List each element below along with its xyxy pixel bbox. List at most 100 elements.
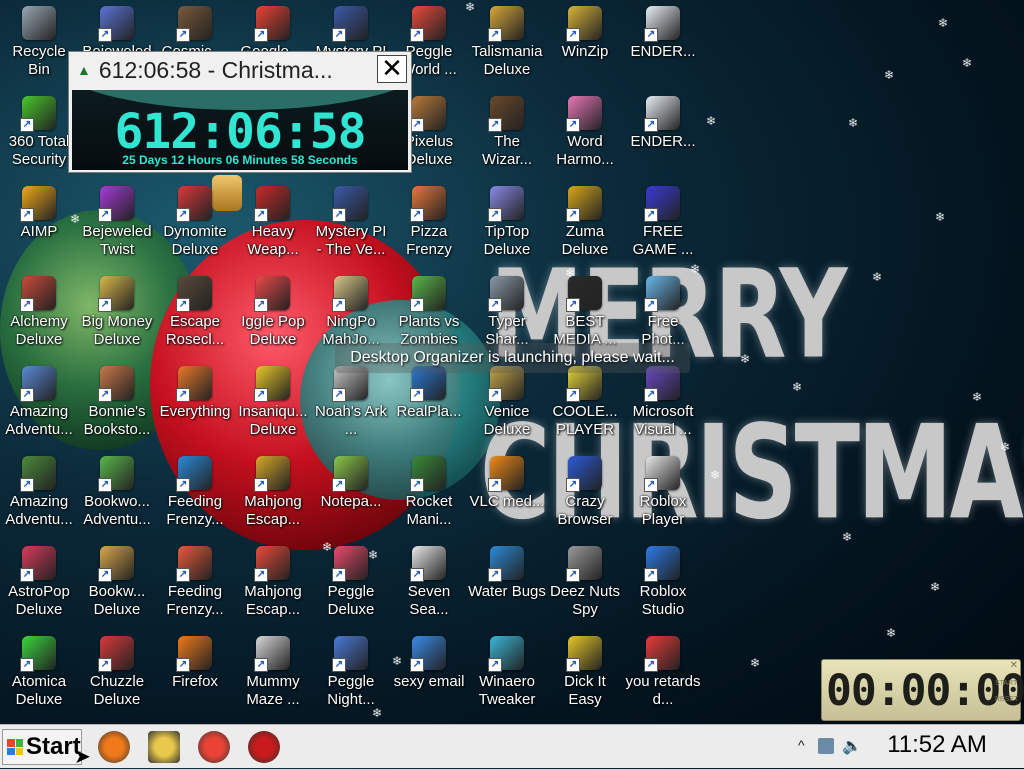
shortcut-arrow-icon: ↗: [644, 388, 658, 402]
countdown-titlebar[interactable]: ▲ 612:06:58 - Christma... ✕: [69, 52, 411, 88]
desktop-icon[interactable]: ↗ Heavy Weap...: [234, 180, 312, 268]
chevron-up-icon[interactable]: ^: [798, 737, 805, 753]
tree-icon: ▲: [77, 62, 91, 78]
taskbar-clock[interactable]: 11:52 AM: [872, 731, 1002, 759]
desktop-icon[interactable]: ↗ Bejeweled Twist: [78, 180, 156, 268]
desktop-icon[interactable]: ↗ Feeding Frenzy...: [156, 540, 234, 628]
desktop-icon[interactable]: ↗ Iggle Pop Deluxe: [234, 270, 312, 358]
app-icon: ↗: [488, 276, 524, 312]
desktop-icon-label: Big Money Deluxe: [81, 313, 153, 348]
shortcut-arrow-icon: ↗: [410, 28, 424, 42]
stopwatch-start-button[interactable]: START: [995, 678, 1017, 690]
desktop-icon[interactable]: ↗ Mahjong Escap...: [234, 540, 312, 628]
desktop-icon[interactable]: ↗ Escape Rosecl...: [156, 270, 234, 358]
desktop-icon[interactable]: ↗ Deez Nuts Spy: [546, 540, 624, 628]
desktop-icon[interactable]: ↗ Water Bugs: [468, 540, 546, 628]
desktop-icon[interactable]: ↗ Chuzzle Deluxe: [78, 630, 156, 718]
desktop-icon[interactable]: ↗ Microsoft Visual ...: [624, 360, 702, 448]
network-icon[interactable]: [818, 738, 834, 754]
desktop-icon[interactable]: ↗ Mystery PI - The Ve...: [312, 180, 390, 268]
shortcut-arrow-icon: ↗: [644, 118, 658, 132]
stopwatch-close-button[interactable]: ✕: [1010, 660, 1018, 671]
desktop-icon[interactable]: ↗ ENDER...: [624, 0, 702, 88]
shortcut-arrow-icon: ↗: [566, 208, 580, 222]
desktop-icon[interactable]: ↗ Talismania Deluxe: [468, 0, 546, 88]
desktop-icon[interactable]: ↗ AstroPop Deluxe: [0, 540, 78, 628]
windows-logo-icon: [7, 739, 23, 755]
desktop-icon[interactable]: ↗ Feeding Frenzy...: [156, 450, 234, 538]
desktop-icon[interactable]: ↗ Peggle Deluxe: [312, 540, 390, 628]
desktop-icon-label: Noah's Ark ...: [314, 403, 388, 438]
desktop-icon[interactable]: ↗ Insaniqu... Deluxe: [234, 360, 312, 448]
app-icon: ↗: [176, 456, 212, 492]
start-label: Start: [26, 733, 81, 760]
desktop-icon[interactable]: ↗ Dynomite Deluxe: [156, 180, 234, 268]
desktop-icon[interactable]: ↗ Roblox Studio: [624, 540, 702, 628]
desktop-icon[interactable]: ↗ Zuma Deluxe: [546, 180, 624, 268]
desktop-icon-label: sexy email: [393, 673, 465, 690]
firefox-icon[interactable]: [98, 731, 130, 763]
desktop-icon-label: Bejeweled Twist: [82, 223, 152, 258]
desktop-icon[interactable]: ↗ 360 Total Security: [0, 90, 78, 178]
desktop-icon[interactable]: ↗ Winaero Tweaker: [468, 630, 546, 718]
desktop-icon[interactable]: ↗ Everything: [156, 360, 234, 448]
file-explorer-icon[interactable]: [148, 731, 180, 763]
desktop-icon[interactable]: ↗ Word Harmo...: [546, 90, 624, 178]
shortcut-arrow-icon: ↗: [566, 298, 580, 312]
app-icon: ↗: [176, 546, 212, 582]
desktop-icon[interactable]: ↗ Firefox: [156, 630, 234, 718]
stopwatch-widget[interactable]: 00:00:00 ✕ START RESET: [821, 659, 1024, 721]
desktop-icon[interactable]: ↗ ENDER...: [624, 90, 702, 178]
desktop-icon[interactable]: ↗ TipTop Deluxe: [468, 180, 546, 268]
desktop-icon[interactable]: ↗ WinZip: [546, 0, 624, 88]
desktop-icon[interactable]: ↗ VLC med...: [468, 450, 546, 538]
desktop-icon[interactable]: ↗ you retards d...: [624, 630, 702, 718]
app-icon: ↗: [20, 276, 56, 312]
snowflake-icon: ❄: [706, 114, 717, 128]
countdown-time: 612:06:58: [114, 104, 366, 160]
close-button[interactable]: ✕: [377, 55, 407, 83]
desktop-icon[interactable]: ↗ Pizza Frenzy: [390, 180, 468, 268]
desktop-icon[interactable]: ↗ Venice Deluxe: [468, 360, 546, 448]
desktop-icon[interactable]: ↗ Bookwo... Adventu...: [78, 450, 156, 538]
desktop-icon[interactable]: ↗ Amazing Adventu...: [0, 360, 78, 448]
chrome-icon[interactable]: [198, 731, 230, 763]
desktop-icon[interactable]: ↗ Bonnie's Booksto...: [78, 360, 156, 448]
desktop-icon[interactable]: ↗ COOLE... PLAYER: [546, 360, 624, 448]
app-icon: ↗: [98, 6, 134, 42]
desktop-icon[interactable]: ↗ Notepa...: [312, 450, 390, 538]
desktop-icon[interactable]: ↗ Noah's Ark ...: [312, 360, 390, 448]
desktop-icon[interactable]: ↗ Alchemy Deluxe: [0, 270, 78, 358]
shortcut-arrow-icon: ↗: [566, 568, 580, 582]
desktop-icon[interactable]: ↗ Crazy Browser: [546, 450, 624, 538]
desktop-icon[interactable]: ↗ Peggle Night...: [312, 630, 390, 718]
desktop-icon[interactable]: ↗ Mummy Maze ...: [234, 630, 312, 718]
desktop-icon[interactable]: Recycle Bin: [0, 0, 78, 88]
desktop-icon[interactable]: ↗ Mahjong Escap...: [234, 450, 312, 538]
desktop-icon[interactable]: ↗ Dick It Easy: [546, 630, 624, 718]
desktop-icon[interactable]: ↗ Big Money Deluxe: [78, 270, 156, 358]
countdown-window[interactable]: ▲ 612:06:58 - Christma... ✕ 612:06:58 25…: [68, 51, 412, 173]
app-icon: ↗: [566, 96, 602, 132]
gear-app-icon[interactable]: [248, 731, 280, 763]
stopwatch-reset-button[interactable]: RESET: [995, 694, 1018, 706]
desktop-icon[interactable]: ↗ The Wizar...: [468, 90, 546, 178]
shortcut-arrow-icon: ↗: [332, 568, 346, 582]
desktop-icon[interactable]: ↗ AIMP: [0, 180, 78, 268]
desktop-icon[interactable]: ↗ Seven Sea...: [390, 540, 468, 628]
desktop-icon[interactable]: ↗ FREE GAME ...: [624, 180, 702, 268]
desktop-icon[interactable]: ↗ Bookw... Deluxe: [78, 540, 156, 628]
app-icon: ↗: [332, 636, 368, 672]
shortcut-arrow-icon: ↗: [254, 28, 268, 42]
desktop-icon-label: AstroPop Deluxe: [8, 583, 70, 618]
desktop-icon[interactable]: ↗ Amazing Adventu...: [0, 450, 78, 538]
desktop-icon[interactable]: ↗ Rocket Mani...: [390, 450, 468, 538]
start-button[interactable]: Start: [2, 729, 82, 765]
volume-icon[interactable]: 🔈: [842, 736, 862, 756]
desktop-icon[interactable]: ↗ sexy email: [390, 630, 468, 718]
snowflake-icon: ❄: [930, 580, 941, 594]
desktop-icon[interactable]: ↗ RealPla...: [390, 360, 468, 448]
desktop-icon[interactable]: ↗ Roblox Player: [624, 450, 702, 538]
app-icon: ↗: [176, 366, 212, 402]
desktop-icon[interactable]: ↗ Atomica Deluxe: [0, 630, 78, 718]
